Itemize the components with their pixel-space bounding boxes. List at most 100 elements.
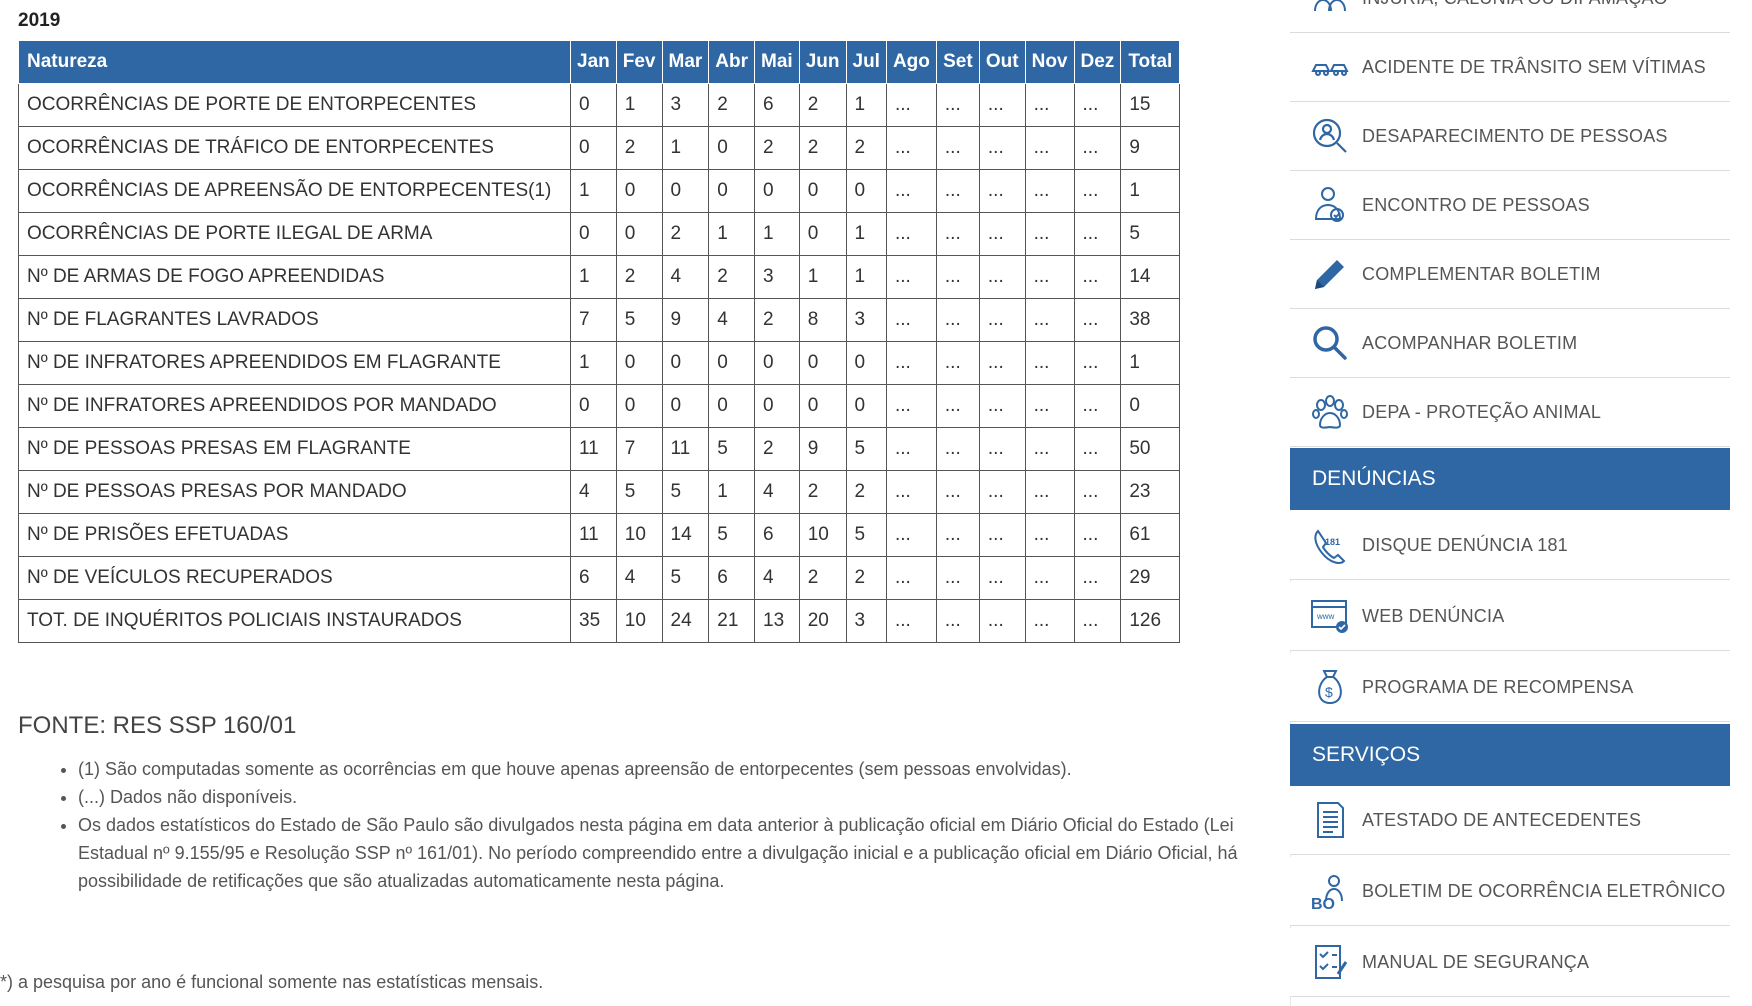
- people-icon: [1310, 0, 1350, 18]
- sidebar-item-web-denuncia[interactable]: www WEB DENÚNCIA: [1290, 582, 1730, 651]
- natureza-cell: Nº DE VEÍCULOS RECUPERADOS: [18, 556, 571, 600]
- column-header: Jul: [845, 40, 887, 84]
- natureza-cell: TOT. DE INQUÉRITOS POLICIAIS INSTAURADOS: [18, 599, 571, 643]
- sidebar-item-complementar-boletim[interactable]: COMPLEMENTAR BOLETIM: [1290, 240, 1730, 309]
- year-heading: 2019: [18, 10, 61, 31]
- value-cell: 0: [798, 212, 847, 256]
- value-cell: 126: [1120, 599, 1181, 643]
- column-header: Total: [1120, 40, 1181, 84]
- value-cell: ...: [885, 298, 937, 342]
- value-cell: 1: [570, 169, 617, 213]
- value-cell: 6: [570, 556, 617, 600]
- value-cell: 2: [754, 427, 800, 471]
- value-cell: 14: [1120, 255, 1181, 299]
- value-cell: ...: [1073, 126, 1122, 170]
- sidebar-item-injuria[interactable]: INJÚRIA, CALÚNIA OU DIFAMAÇÃO: [1290, 0, 1730, 33]
- value-cell: 0: [708, 341, 756, 385]
- sidebar-item-programa-recompensa[interactable]: $ PROGRAMA DE RECOMPENSA: [1290, 653, 1730, 722]
- value-cell: ...: [1024, 599, 1075, 643]
- svg-text:$: $: [1325, 684, 1333, 700]
- value-cell: 0: [708, 126, 756, 170]
- value-cell: 2: [615, 126, 663, 170]
- value-cell: ...: [1073, 470, 1122, 514]
- value-cell: ...: [935, 556, 980, 600]
- value-cell: ...: [978, 126, 1026, 170]
- web-monitor-icon: www: [1310, 596, 1350, 636]
- value-cell: 2: [708, 255, 756, 299]
- value-cell: ...: [935, 169, 980, 213]
- value-cell: ...: [978, 556, 1026, 600]
- value-cell: ...: [935, 83, 980, 127]
- sidebar-item-label: MANUAL DE SEGURANÇA: [1362, 951, 1590, 972]
- value-cell: 5: [708, 427, 756, 471]
- value-cell: 0: [570, 384, 617, 428]
- value-cell: 3: [845, 599, 887, 643]
- sidebar-item-atestado-antecedentes[interactable]: ATESTADO DE ANTECEDENTES: [1290, 786, 1730, 855]
- document-icon: [1310, 800, 1350, 840]
- value-cell: ...: [1073, 83, 1122, 127]
- value-cell: 61: [1120, 513, 1181, 557]
- value-cell: 2: [798, 126, 847, 170]
- value-cell: ...: [1073, 384, 1122, 428]
- value-cell: 0: [661, 169, 710, 213]
- sidebar-item-boletim-eletronico[interactable]: BO BOLETIM DE OCORRÊNCIA ELETRÔNICO: [1290, 857, 1730, 926]
- svg-text:181: 181: [1325, 537, 1340, 547]
- value-cell: 38: [1120, 298, 1181, 342]
- value-cell: ...: [1073, 298, 1122, 342]
- value-cell: ...: [935, 384, 980, 428]
- value-cell: 0: [798, 341, 847, 385]
- value-cell: 4: [615, 556, 663, 600]
- sidebar-item-desaparecimento[interactable]: DESAPARECIMENTO DE PESSOAS: [1290, 102, 1730, 171]
- natureza-cell: Nº DE PESSOAS PRESAS EM FLAGRANTE: [18, 427, 571, 471]
- table-row: OCORRÊNCIAS DE TRÁFICO DE ENTORPECENTES 0…: [18, 126, 1181, 170]
- sidebar-item-acidente-transito[interactable]: ACIDENTE DE TRÂNSITO SEM VÍTIMAS: [1290, 33, 1730, 102]
- value-cell: ...: [978, 83, 1026, 127]
- sidebar-item-acompanhar-boletim[interactable]: ACOMPANHAR BOLETIM: [1290, 309, 1730, 378]
- value-cell: 4: [754, 556, 800, 600]
- value-cell: 5: [615, 470, 663, 514]
- sidebar-item-disque-denuncia[interactable]: 181 DISQUE DENÚNCIA 181: [1290, 511, 1730, 580]
- value-cell: 2: [845, 556, 887, 600]
- sidebar-item-label: WEB DENÚNCIA: [1362, 605, 1505, 626]
- value-cell: ...: [978, 341, 1026, 385]
- value-cell: ...: [885, 599, 937, 643]
- value-cell: 2: [615, 255, 663, 299]
- natureza-cell: Nº DE PRISÕES EFETUADAS: [18, 513, 571, 557]
- sidebar-item-depa[interactable]: DEPA - PROTEÇÃO ANIMAL: [1290, 378, 1730, 447]
- column-header: Out: [978, 40, 1026, 84]
- value-cell: 14: [661, 513, 710, 557]
- value-cell: 4: [661, 255, 710, 299]
- value-cell: 5: [615, 298, 663, 342]
- denuncias-header: DENÚNCIAS: [1290, 448, 1730, 510]
- value-cell: 1: [845, 83, 887, 127]
- value-cell: 9: [661, 298, 710, 342]
- value-cell: 2: [754, 298, 800, 342]
- table-row: Nº DE PESSOAS PRESAS POR MANDADO 4 5 5 1 4 2 2.…: [18, 470, 1181, 514]
- value-cell: ...: [1073, 556, 1122, 600]
- value-cell: 0: [661, 341, 710, 385]
- table-row: Nº DE INFRATORES APREENDIDOS EM FLAGRANT…: [18, 341, 1181, 385]
- value-cell: 2: [845, 126, 887, 170]
- value-cell: ...: [1024, 126, 1075, 170]
- sidebar-item-label: INJÚRIA, CALÚNIA OU DIFAMAÇÃO: [1362, 0, 1668, 9]
- sidebar-item-label: COMPLEMENTAR BOLETIM: [1362, 263, 1601, 284]
- value-cell: ...: [885, 384, 937, 428]
- column-header: Natureza: [18, 40, 571, 84]
- value-cell: ...: [1024, 83, 1075, 127]
- value-cell: 0: [570, 212, 617, 256]
- phone-181-icon: 181: [1310, 525, 1350, 565]
- person-found-icon: [1310, 185, 1350, 225]
- value-cell: ...: [935, 470, 980, 514]
- value-cell: 0: [708, 169, 756, 213]
- natureza-cell: OCORRÊNCIAS DE TRÁFICO DE ENTORPECENTES: [18, 126, 571, 170]
- value-cell: 5: [845, 513, 887, 557]
- value-cell: 4: [708, 298, 756, 342]
- sidebar-item-manual-seguranca[interactable]: MANUAL DE SEGURANÇA: [1290, 928, 1730, 997]
- value-cell: 2: [754, 126, 800, 170]
- value-cell: 2: [798, 556, 847, 600]
- sidebar-item-encontro-pessoas[interactable]: ENCONTRO DE PESSOAS: [1290, 171, 1730, 240]
- table-row: Nº DE FLAGRANTES LAVRADOS 7 5 9 4 2 8 3........…: [18, 298, 1181, 342]
- search-note: *) a pesquisa por ano é funcional soment…: [0, 972, 544, 992]
- value-cell: 0: [845, 169, 887, 213]
- table-row: OCORRÊNCIAS DE PORTE DE ENTORPECENTES 0 1 3…: [18, 83, 1181, 127]
